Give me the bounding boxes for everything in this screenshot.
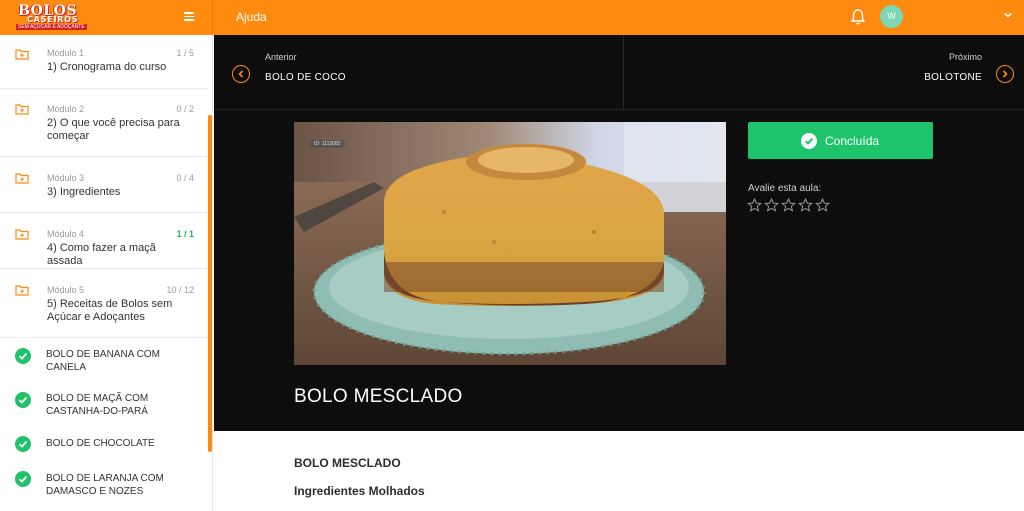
lesson-video-thumbnail[interactable]: ID: 1112082 (294, 122, 726, 365)
check-circle-icon (801, 133, 817, 149)
logo-area: BOLOS CASEIROS SEM AÇÚCAR E ADOÇANTE (0, 0, 213, 35)
logo-line-2: CASEIROS (27, 15, 79, 24)
sidebar-module-3[interactable]: Módulo 3 0 / 4 3) Ingredientes (0, 157, 208, 213)
star-icon[interactable] (747, 198, 762, 212)
course-sidebar: Módulo 1 1 / 5 1) Cronograma do curso Mó… (0, 35, 213, 511)
folder-plus-icon (15, 49, 29, 60)
hamburger-menu-icon[interactable] (184, 10, 196, 24)
folder-plus-icon (15, 104, 29, 115)
content-heading: BOLO MESCLADO (294, 456, 401, 470)
star-icon[interactable] (798, 198, 813, 212)
chevron-left-icon (238, 70, 244, 78)
folder-plus-icon (15, 173, 29, 184)
module-progress: 10 / 12 (166, 285, 194, 295)
check-circle-icon (15, 348, 31, 364)
star-icon[interactable] (815, 198, 830, 212)
logo-line-3: SEM AÇÚCAR E ADOÇANTE (16, 24, 87, 30)
module-title: 1) Cronograma do curso (47, 61, 167, 73)
help-link[interactable]: Ajuda (236, 10, 267, 24)
sidebar-lesson[interactable]: BOLO DE CHOCOLATE (0, 426, 208, 462)
module-progress: 1 / 1 (176, 229, 194, 239)
lesson-title-heading: BOLO MESCLADO (294, 386, 463, 407)
previous-lesson-button[interactable] (232, 65, 250, 83)
check-circle-icon (15, 436, 31, 452)
module-label: Módulo 5 (47, 285, 85, 295)
next-lesson-button[interactable] (996, 65, 1014, 83)
star-icon[interactable] (781, 198, 796, 212)
brand-logo[interactable]: BOLOS CASEIROS SEM AÇÚCAR E ADOÇANTE (14, 3, 87, 31)
module-label: Módulo 3 (47, 173, 85, 183)
folder-plus-icon (15, 229, 29, 240)
chevron-down-icon[interactable] (1003, 10, 1013, 20)
rating-stars (747, 198, 832, 212)
sidebar-module-4[interactable]: Módulo 4 1 / 1 4) Como fazer a maçã assa… (0, 213, 208, 269)
module-title: 3) Ingredientes (47, 186, 121, 198)
sidebar-module-1[interactable]: Módulo 1 1 / 5 1) Cronograma do curso (0, 35, 208, 89)
next-label: Próximo (948, 52, 982, 62)
chevron-right-icon (1002, 70, 1008, 78)
next-lesson-title[interactable]: BOLOTONE (924, 72, 982, 83)
sidebar-module-2[interactable]: Módulo 2 0 / 2 2) O que você precisa par… (0, 89, 208, 157)
module-title: 5) Receitas de Bolos sem Açúcar e Adoçan… (47, 298, 173, 323)
module-label: Módulo 2 (47, 104, 85, 114)
lesson-title: BOLO DE LARANJA COM DAMASCO E NOZES (46, 473, 164, 497)
folder-plus-icon (15, 285, 29, 296)
module-progress: 1 / 5 (176, 48, 194, 58)
content-subheading: Ingredientes Molhados (294, 484, 425, 498)
lesson-title: BOLO DE MAÇÃ COM CASTANHA-DO-PARÁ (46, 393, 149, 417)
module-label: Módulo 4 (47, 229, 85, 239)
sidebar-lesson[interactable]: BOLO DE BANANA COM CANELA (0, 338, 208, 378)
check-circle-icon (15, 392, 31, 408)
star-icon[interactable] (764, 198, 779, 212)
cake-photo (294, 122, 726, 365)
sidebar-module-5[interactable]: Módulo 5 10 / 12 5) Receitas de Bolos se… (0, 269, 208, 338)
module-title: 4) Como fazer a maçã assada (47, 242, 156, 267)
sidebar-lesson[interactable]: BOLO DE MAÇÃ COM CASTANHA-DO-PARÁ (0, 382, 208, 422)
previous-label: Anterior (265, 52, 297, 62)
sidebar-lesson[interactable]: BOLO DE LARANJA COM DAMASCO E NOZES (0, 461, 208, 505)
check-circle-icon (15, 471, 31, 487)
video-id-badge: ID: 1112082 (310, 140, 345, 148)
lesson-title: BOLO DE BANANA COM CANELA (46, 349, 160, 373)
module-title: 2) O que você precisa para começar (47, 117, 180, 142)
completed-button[interactable]: Concluída (748, 122, 933, 159)
lesson-player-area: ID: 1112082 BOLO MESCLADO Concluída Aval… (214, 110, 1024, 431)
module-progress: 0 / 2 (176, 104, 194, 114)
nav-divider (623, 35, 624, 110)
previous-lesson-title[interactable]: BOLO DE COCO (265, 72, 346, 83)
rating-label: Avalie esta aula: (748, 183, 822, 194)
module-progress: 0 / 4 (176, 173, 194, 183)
lesson-content: BOLO MESCLADO Ingredientes Molhados (214, 431, 1024, 511)
completed-label: Concluída (825, 134, 880, 148)
module-label: Módulo 1 (47, 48, 85, 58)
sidebar-scrollbar[interactable] (208, 115, 212, 452)
bell-icon[interactable] (850, 8, 866, 26)
lesson-navigation: Anterior BOLO DE COCO Próximo BOLOTONE (214, 35, 1024, 110)
lesson-title: BOLO DE CHOCOLATE (46, 438, 155, 449)
user-avatar[interactable]: W (880, 5, 903, 28)
